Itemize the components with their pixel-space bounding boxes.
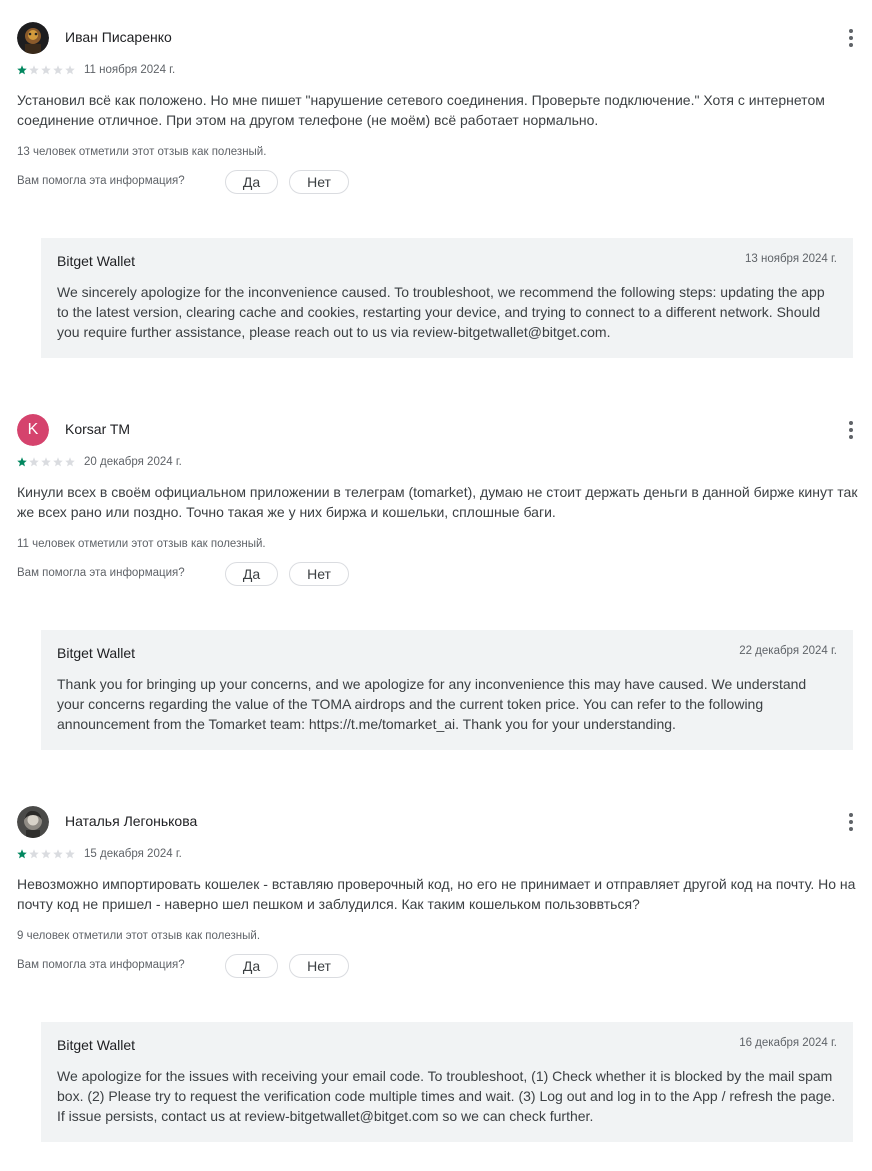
review-text: Невозможно импортировать кошелек - встав… xyxy=(17,876,856,912)
helpful-feedback: Вам помогла эта информация? Да Нет xyxy=(17,562,617,586)
review-header: Наталья Легонькова xyxy=(17,806,867,838)
developer-reply: Bitget Wallet 13 ноября 2024 г. We since… xyxy=(41,238,853,358)
star-empty-icon xyxy=(41,65,51,75)
star-rating xyxy=(17,65,77,75)
star-empty-icon xyxy=(29,457,39,467)
star-empty-icon xyxy=(65,457,75,467)
more-options-button[interactable] xyxy=(839,418,863,442)
helpful-count: 13 человек отметили этот отзыв как полез… xyxy=(17,146,267,158)
star-filled-icon xyxy=(17,65,27,75)
rating-row: 15 декабря 2024 г. xyxy=(17,848,417,864)
star-rating xyxy=(17,849,77,859)
more-vert-icon xyxy=(849,813,853,831)
star-empty-icon xyxy=(41,457,51,467)
star-empty-icon xyxy=(29,849,39,859)
helpful-feedback: Вам помогла эта информация? Да Нет xyxy=(17,170,617,194)
rating-row: 20 декабря 2024 г. xyxy=(17,456,417,472)
star-empty-icon xyxy=(53,457,63,467)
review-card: Иван Писаренко 11 ноября 2024 г. Установ… xyxy=(0,22,872,362)
review-header: K Korsar TM xyxy=(17,414,867,446)
star-filled-icon xyxy=(17,457,27,467)
reply-date: 22 декабря 2024 г. xyxy=(739,645,837,657)
avatar-letter: K xyxy=(17,414,49,446)
review-card: K Korsar TM 20 декабря 2024 г. Кинули вс… xyxy=(0,414,872,754)
more-options-button[interactable] xyxy=(839,26,863,50)
review-header: Иван Писаренко xyxy=(17,22,867,54)
reply-author: Bitget Wallet xyxy=(57,253,136,269)
review-author: Наталья Легонькова xyxy=(65,813,198,829)
helpful-question: Вам помогла эта информация? xyxy=(17,567,185,579)
avatar: K xyxy=(17,414,49,446)
developer-reply: Bitget Wallet 22 декабря 2024 г. Thank y… xyxy=(41,630,853,750)
reply-author: Bitget Wallet xyxy=(57,645,136,661)
reply-date: 13 ноября 2024 г. xyxy=(745,253,837,265)
helpful-yes-button[interactable]: Да xyxy=(225,170,278,194)
star-empty-icon xyxy=(41,849,51,859)
star-empty-icon xyxy=(53,849,63,859)
developer-reply: Bitget Wallet 16 декабря 2024 г. We apol… xyxy=(41,1022,853,1142)
review-date: 11 ноября 2024 г. xyxy=(84,64,176,76)
reply-text: We apologize for the issues with receivi… xyxy=(57,1068,836,1124)
review-card: Наталья Легонькова 15 декабря 2024 г. Не… xyxy=(0,806,872,1146)
review-date: 15 декабря 2024 г. xyxy=(84,848,182,860)
review-text: Установил всё как положено. Но мне пишет… xyxy=(17,92,825,128)
helpful-no-button[interactable]: Нет xyxy=(289,954,349,978)
review-author: Korsar TM xyxy=(65,421,131,437)
star-empty-icon xyxy=(65,65,75,75)
user-photo-icon xyxy=(17,22,49,54)
helpful-question: Вам помогла эта информация? xyxy=(17,175,185,187)
more-vert-icon xyxy=(849,29,853,47)
star-rating xyxy=(17,457,77,467)
reply-text: Thank you for bringing up your concerns,… xyxy=(57,676,807,732)
helpful-yes-button[interactable]: Да xyxy=(225,954,278,978)
star-empty-icon xyxy=(65,849,75,859)
review-author: Иван Писаренко xyxy=(65,29,172,45)
more-options-button[interactable] xyxy=(839,810,863,834)
helpful-feedback: Вам помогла эта информация? Да Нет xyxy=(17,954,617,978)
helpful-question: Вам помогла эта информация? xyxy=(17,959,185,971)
helpful-no-button[interactable]: Нет xyxy=(289,562,349,586)
reply-text: We sincerely apologize for the inconveni… xyxy=(57,284,825,340)
rating-row: 11 ноября 2024 г. xyxy=(17,64,417,80)
helpful-count: 11 человек отметили этот отзыв как полез… xyxy=(17,538,266,550)
star-empty-icon xyxy=(29,65,39,75)
helpful-count: 9 человек отметили этот отзыв как полезн… xyxy=(17,930,261,942)
review-date: 20 декабря 2024 г. xyxy=(84,456,182,468)
helpful-no-button[interactable]: Нет xyxy=(289,170,349,194)
avatar xyxy=(17,22,49,54)
star-empty-icon xyxy=(53,65,63,75)
avatar xyxy=(17,806,49,838)
reply-date: 16 декабря 2024 г. xyxy=(739,1037,837,1049)
helpful-yes-button[interactable]: Да xyxy=(225,562,278,586)
review-text: Кинули всех в своём официальном приложен… xyxy=(17,484,858,520)
user-photo-icon xyxy=(17,806,49,838)
more-vert-icon xyxy=(849,421,853,439)
star-filled-icon xyxy=(17,849,27,859)
reply-author: Bitget Wallet xyxy=(57,1037,136,1053)
